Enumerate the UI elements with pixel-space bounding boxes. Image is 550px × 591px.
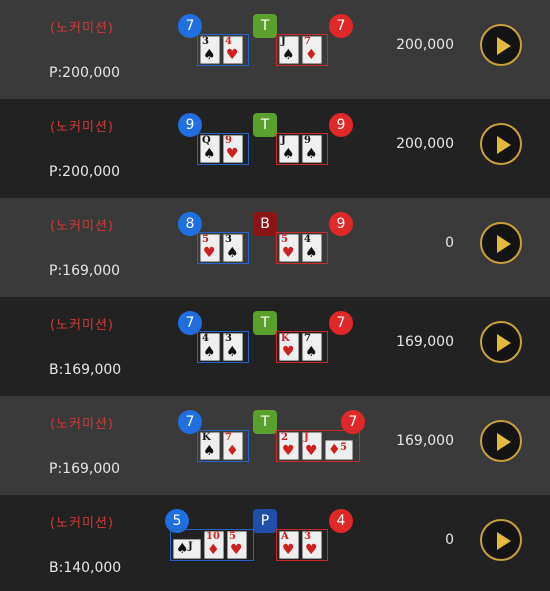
payout-amount: 0 xyxy=(445,532,454,548)
banker-hand: J ♠ 9 ♠ xyxy=(276,133,328,165)
player-hand: Q ♠ 9 ♥ xyxy=(197,133,249,165)
banker-hand: A ♥ 3 ♥ xyxy=(276,529,328,561)
result-badge: B xyxy=(253,212,277,236)
playing-card: 3 ♥ xyxy=(302,531,322,559)
commission-label: (노커미션) xyxy=(50,219,114,234)
playing-card: J ♠ xyxy=(279,36,299,64)
banker-hand: 2 ♥ J ♥ 5 ♦ xyxy=(276,430,360,462)
bet-label: B:169,000 xyxy=(49,362,122,378)
playing-card: 7 ♦ xyxy=(302,36,322,64)
bet-label: P:200,000 xyxy=(49,164,121,180)
commission-label: (노커미션) xyxy=(50,21,114,36)
playing-card: 5 ♥ xyxy=(200,234,220,262)
playing-card: Q ♠ xyxy=(200,135,220,163)
player-hand: J ♠ 10 ♦ 5 ♥ xyxy=(170,529,254,561)
banker-hand: 5 ♥ 4 ♠ xyxy=(276,232,328,264)
bet-label: B:140,000 xyxy=(49,560,122,576)
banker-score-badge: 7 xyxy=(329,14,353,38)
player-hand: 3 ♠ 4 ♥ xyxy=(197,34,249,66)
playing-card: 10 ♦ xyxy=(204,531,224,559)
commission-label: (노커미션) xyxy=(50,318,114,333)
banker-score-badge: 7 xyxy=(329,311,353,335)
player-hand: 4 ♠ 3 ♠ xyxy=(197,331,249,363)
playing-card: 7 ♦ xyxy=(223,432,243,460)
replay-play-button[interactable] xyxy=(480,519,522,561)
playing-card: 4 ♥ xyxy=(223,36,243,64)
payout-amount: 0 xyxy=(445,235,454,251)
result-badge: T xyxy=(253,311,277,335)
payout-amount: 169,000 xyxy=(396,334,454,350)
list-item: (노커미션) P:200,000 7 T 7 3 ♠ 4 ♥ J ♠ 7 ♦ 200,0… xyxy=(0,0,550,99)
replay-play-button[interactable] xyxy=(480,420,522,462)
commission-label: (노커미션) xyxy=(50,417,114,432)
playing-card: K ♥ xyxy=(279,333,299,361)
list-item: (노커미션) B:140,000 5 P 4 J ♠ 10 ♦ 5 ♥ A ♥ 3 ♥ 0 xyxy=(0,495,550,591)
playing-card-third: J ♠ xyxy=(173,539,201,559)
commission-label: (노커미션) xyxy=(50,516,114,531)
playing-card: 5 ♥ xyxy=(279,234,299,262)
list-item: (노커미션) P:169,000 7 T 7 K ♠ 7 ♦ 2 ♥ J ♥ 5 ♦ 16… xyxy=(0,396,550,495)
playing-card: J ♥ xyxy=(302,432,322,460)
result-badge: P xyxy=(253,509,277,533)
playing-card: K ♠ xyxy=(200,432,220,460)
playing-card: A ♥ xyxy=(279,531,299,559)
playing-card: 4 ♠ xyxy=(302,234,322,262)
list-item: (노커미션) P:200,000 9 T 9 Q ♠ 9 ♥ J ♠ 9 ♠ 200,0… xyxy=(0,99,550,198)
bet-label: P:200,000 xyxy=(49,65,121,81)
playing-card: 9 ♠ xyxy=(302,135,322,163)
result-badge: T xyxy=(253,14,277,38)
banker-hand: J ♠ 7 ♦ xyxy=(276,34,328,66)
playing-card: 3 ♠ xyxy=(200,36,220,64)
result-badge: T xyxy=(253,410,277,434)
bet-label: P:169,000 xyxy=(49,461,121,477)
playing-card: 5 ♥ xyxy=(227,531,247,559)
replay-play-button[interactable] xyxy=(480,24,522,66)
result-badge: T xyxy=(253,113,277,137)
playing-card: 9 ♥ xyxy=(223,135,243,163)
replay-play-button[interactable] xyxy=(480,321,522,363)
replay-play-button[interactable] xyxy=(480,222,522,264)
replay-play-button[interactable] xyxy=(480,123,522,165)
playing-card: 3 ♠ xyxy=(223,333,243,361)
banker-score-badge: 9 xyxy=(329,113,353,137)
payout-amount: 200,000 xyxy=(396,37,454,53)
banker-score-badge: 4 xyxy=(329,509,353,533)
banker-score-badge: 9 xyxy=(329,212,353,236)
bet-label: P:169,000 xyxy=(49,263,121,279)
commission-label: (노커미션) xyxy=(50,120,114,135)
playing-card: 3 ♠ xyxy=(223,234,243,262)
playing-card: 4 ♠ xyxy=(200,333,220,361)
player-hand: K ♠ 7 ♦ xyxy=(197,430,249,462)
list-item: (노커미션) P:169,000 8 B 9 5 ♥ 3 ♠ 5 ♥ 4 ♠ 0 xyxy=(0,198,550,297)
bet-history-list: (노커미션) P:200,000 7 T 7 3 ♠ 4 ♥ J ♠ 7 ♦ 200,0… xyxy=(0,0,550,591)
banker-hand: K ♥ 7 ♠ xyxy=(276,331,328,363)
playing-card: 7 ♠ xyxy=(302,333,322,361)
payout-amount: 200,000 xyxy=(396,136,454,152)
player-hand: 5 ♥ 3 ♠ xyxy=(197,232,249,264)
playing-card-third: 5 ♦ xyxy=(325,440,353,460)
playing-card: J ♠ xyxy=(279,135,299,163)
playing-card: 2 ♥ xyxy=(279,432,299,460)
list-item: (노커미션) B:169,000 7 T 7 4 ♠ 3 ♠ K ♥ 7 ♠ 169,0… xyxy=(0,297,550,396)
payout-amount: 169,000 xyxy=(396,433,454,449)
